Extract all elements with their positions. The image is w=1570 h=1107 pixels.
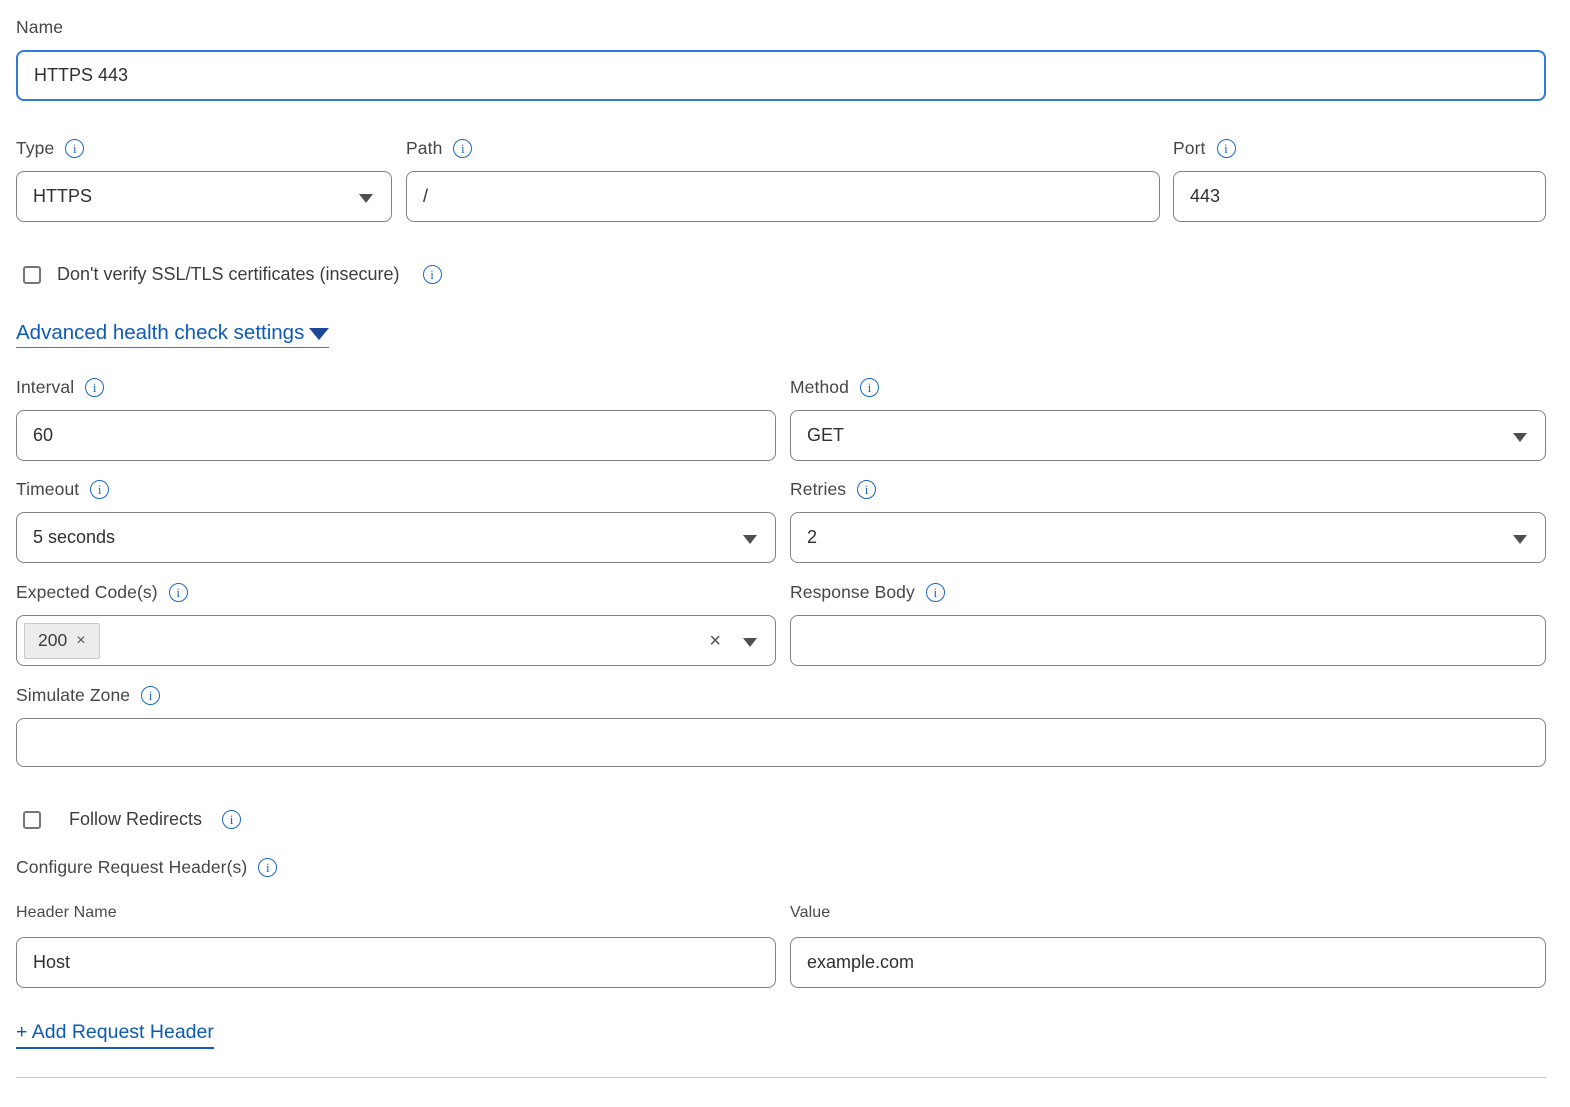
method-info-icon[interactable] [860, 378, 879, 397]
follow-redirects-info-icon[interactable] [222, 810, 241, 829]
type-path-port-labels: Type Path Port [16, 138, 1546, 171]
type-select[interactable]: HTTPS [16, 171, 392, 222]
type-info-icon[interactable] [65, 139, 84, 158]
timeout-label-row: Timeout [16, 479, 776, 500]
path-info-icon[interactable] [453, 139, 472, 158]
port-input[interactable] [1173, 171, 1546, 222]
timeout-select[interactable]: 5 seconds [16, 512, 776, 563]
port-info-icon[interactable] [1217, 139, 1236, 158]
chevron-down-icon [359, 194, 373, 203]
advanced-settings-link-label: Advanced health check settings [16, 321, 304, 345]
follow-redirects-label: Follow Redirects [69, 809, 202, 830]
retries-label: Retries [790, 479, 846, 500]
response-body-info-icon[interactable] [926, 583, 945, 602]
name-label-row: Name [16, 17, 1546, 38]
retries-select[interactable]: 2 [790, 512, 1546, 563]
request-headers-info-icon[interactable] [258, 858, 277, 877]
retries-info-icon[interactable] [857, 480, 876, 499]
request-headers-section-label-row: Configure Request Header(s) [16, 857, 1546, 878]
simulate-zone-label-row: Simulate Zone [16, 685, 1546, 706]
follow-redirects-checkbox[interactable] [23, 811, 41, 829]
retries-select-value: 2 [807, 527, 817, 548]
header-name-label: Header Name [16, 904, 117, 922]
interval-info-icon[interactable] [85, 378, 104, 397]
advanced-settings-link[interactable]: Advanced health check settings [16, 321, 329, 348]
timeout-info-icon[interactable] [90, 480, 109, 499]
header-name-label-row: Header Name [16, 904, 776, 922]
retries-label-row: Retries [790, 479, 1546, 500]
verify-ssl-label: Don't verify SSL/TLS certificates (insec… [57, 264, 400, 285]
interval-input[interactable] [16, 410, 776, 461]
expected-codes-info-icon[interactable] [169, 583, 188, 602]
name-input[interactable] [16, 50, 1546, 101]
verify-ssl-row: Don't verify SSL/TLS certificates (insec… [16, 264, 1546, 285]
expected-codes-label: Expected Code(s) [16, 582, 158, 603]
expected-code-tag-label: 200 [38, 630, 67, 651]
response-body-label-row: Response Body [790, 582, 1546, 603]
simulate-zone-label: Simulate Zone [16, 685, 130, 706]
expected-codes-multiselect[interactable]: 200 [16, 615, 776, 666]
simulate-zone-info-icon[interactable] [141, 686, 160, 705]
port-label-row: Port [1173, 138, 1236, 159]
timeout-label: Timeout [16, 479, 79, 500]
chevron-down-icon[interactable] [743, 638, 757, 647]
clear-all-icon[interactable] [709, 631, 721, 651]
simulate-zone-input[interactable] [16, 718, 1546, 767]
method-label: Method [790, 377, 849, 398]
health-check-form: Name Type Path Port HTTPS Don't verify S… [16, 0, 1546, 1078]
expected-codes-label-row: Expected Code(s) [16, 582, 776, 603]
follow-redirects-row: Follow Redirects [16, 809, 1546, 830]
path-label-row: Path [406, 138, 1173, 159]
name-label: Name [16, 17, 63, 38]
request-headers-section-label: Configure Request Header(s) [16, 857, 247, 878]
triangle-down-icon [309, 328, 329, 340]
path-input[interactable] [406, 171, 1160, 222]
header-value-label-row: Value [790, 904, 1546, 922]
type-path-port-fields: HTTPS [16, 171, 1546, 222]
type-label-row: Type [16, 138, 406, 159]
path-label: Path [406, 138, 442, 159]
type-label: Type [16, 138, 54, 159]
header-name-input[interactable] [16, 937, 776, 988]
method-select-value: GET [807, 425, 844, 446]
response-body-input[interactable] [790, 615, 1546, 666]
type-select-value: HTTPS [33, 186, 92, 207]
header-value-input[interactable] [790, 937, 1546, 988]
interval-label: Interval [16, 377, 74, 398]
verify-ssl-info-icon[interactable] [423, 265, 442, 284]
method-select[interactable]: GET [790, 410, 1546, 461]
chevron-down-icon [1513, 535, 1527, 544]
timeout-select-value: 5 seconds [33, 527, 115, 548]
section-divider [16, 1077, 1546, 1078]
header-value-label: Value [790, 904, 830, 922]
request-header-row [16, 937, 1546, 988]
add-request-header-link-label: + Add Request Header [16, 1021, 214, 1043]
expected-code-tag: 200 [24, 623, 100, 659]
chevron-down-icon [743, 535, 757, 544]
port-label: Port [1173, 138, 1206, 159]
response-body-label: Response Body [790, 582, 915, 603]
verify-ssl-checkbox[interactable] [23, 266, 41, 284]
chevron-down-icon [1513, 433, 1527, 442]
method-label-row: Method [790, 377, 1546, 398]
interval-label-row: Interval [16, 377, 776, 398]
add-request-header-link[interactable]: + Add Request Header [16, 1021, 214, 1049]
remove-tag-icon[interactable] [76, 632, 85, 650]
